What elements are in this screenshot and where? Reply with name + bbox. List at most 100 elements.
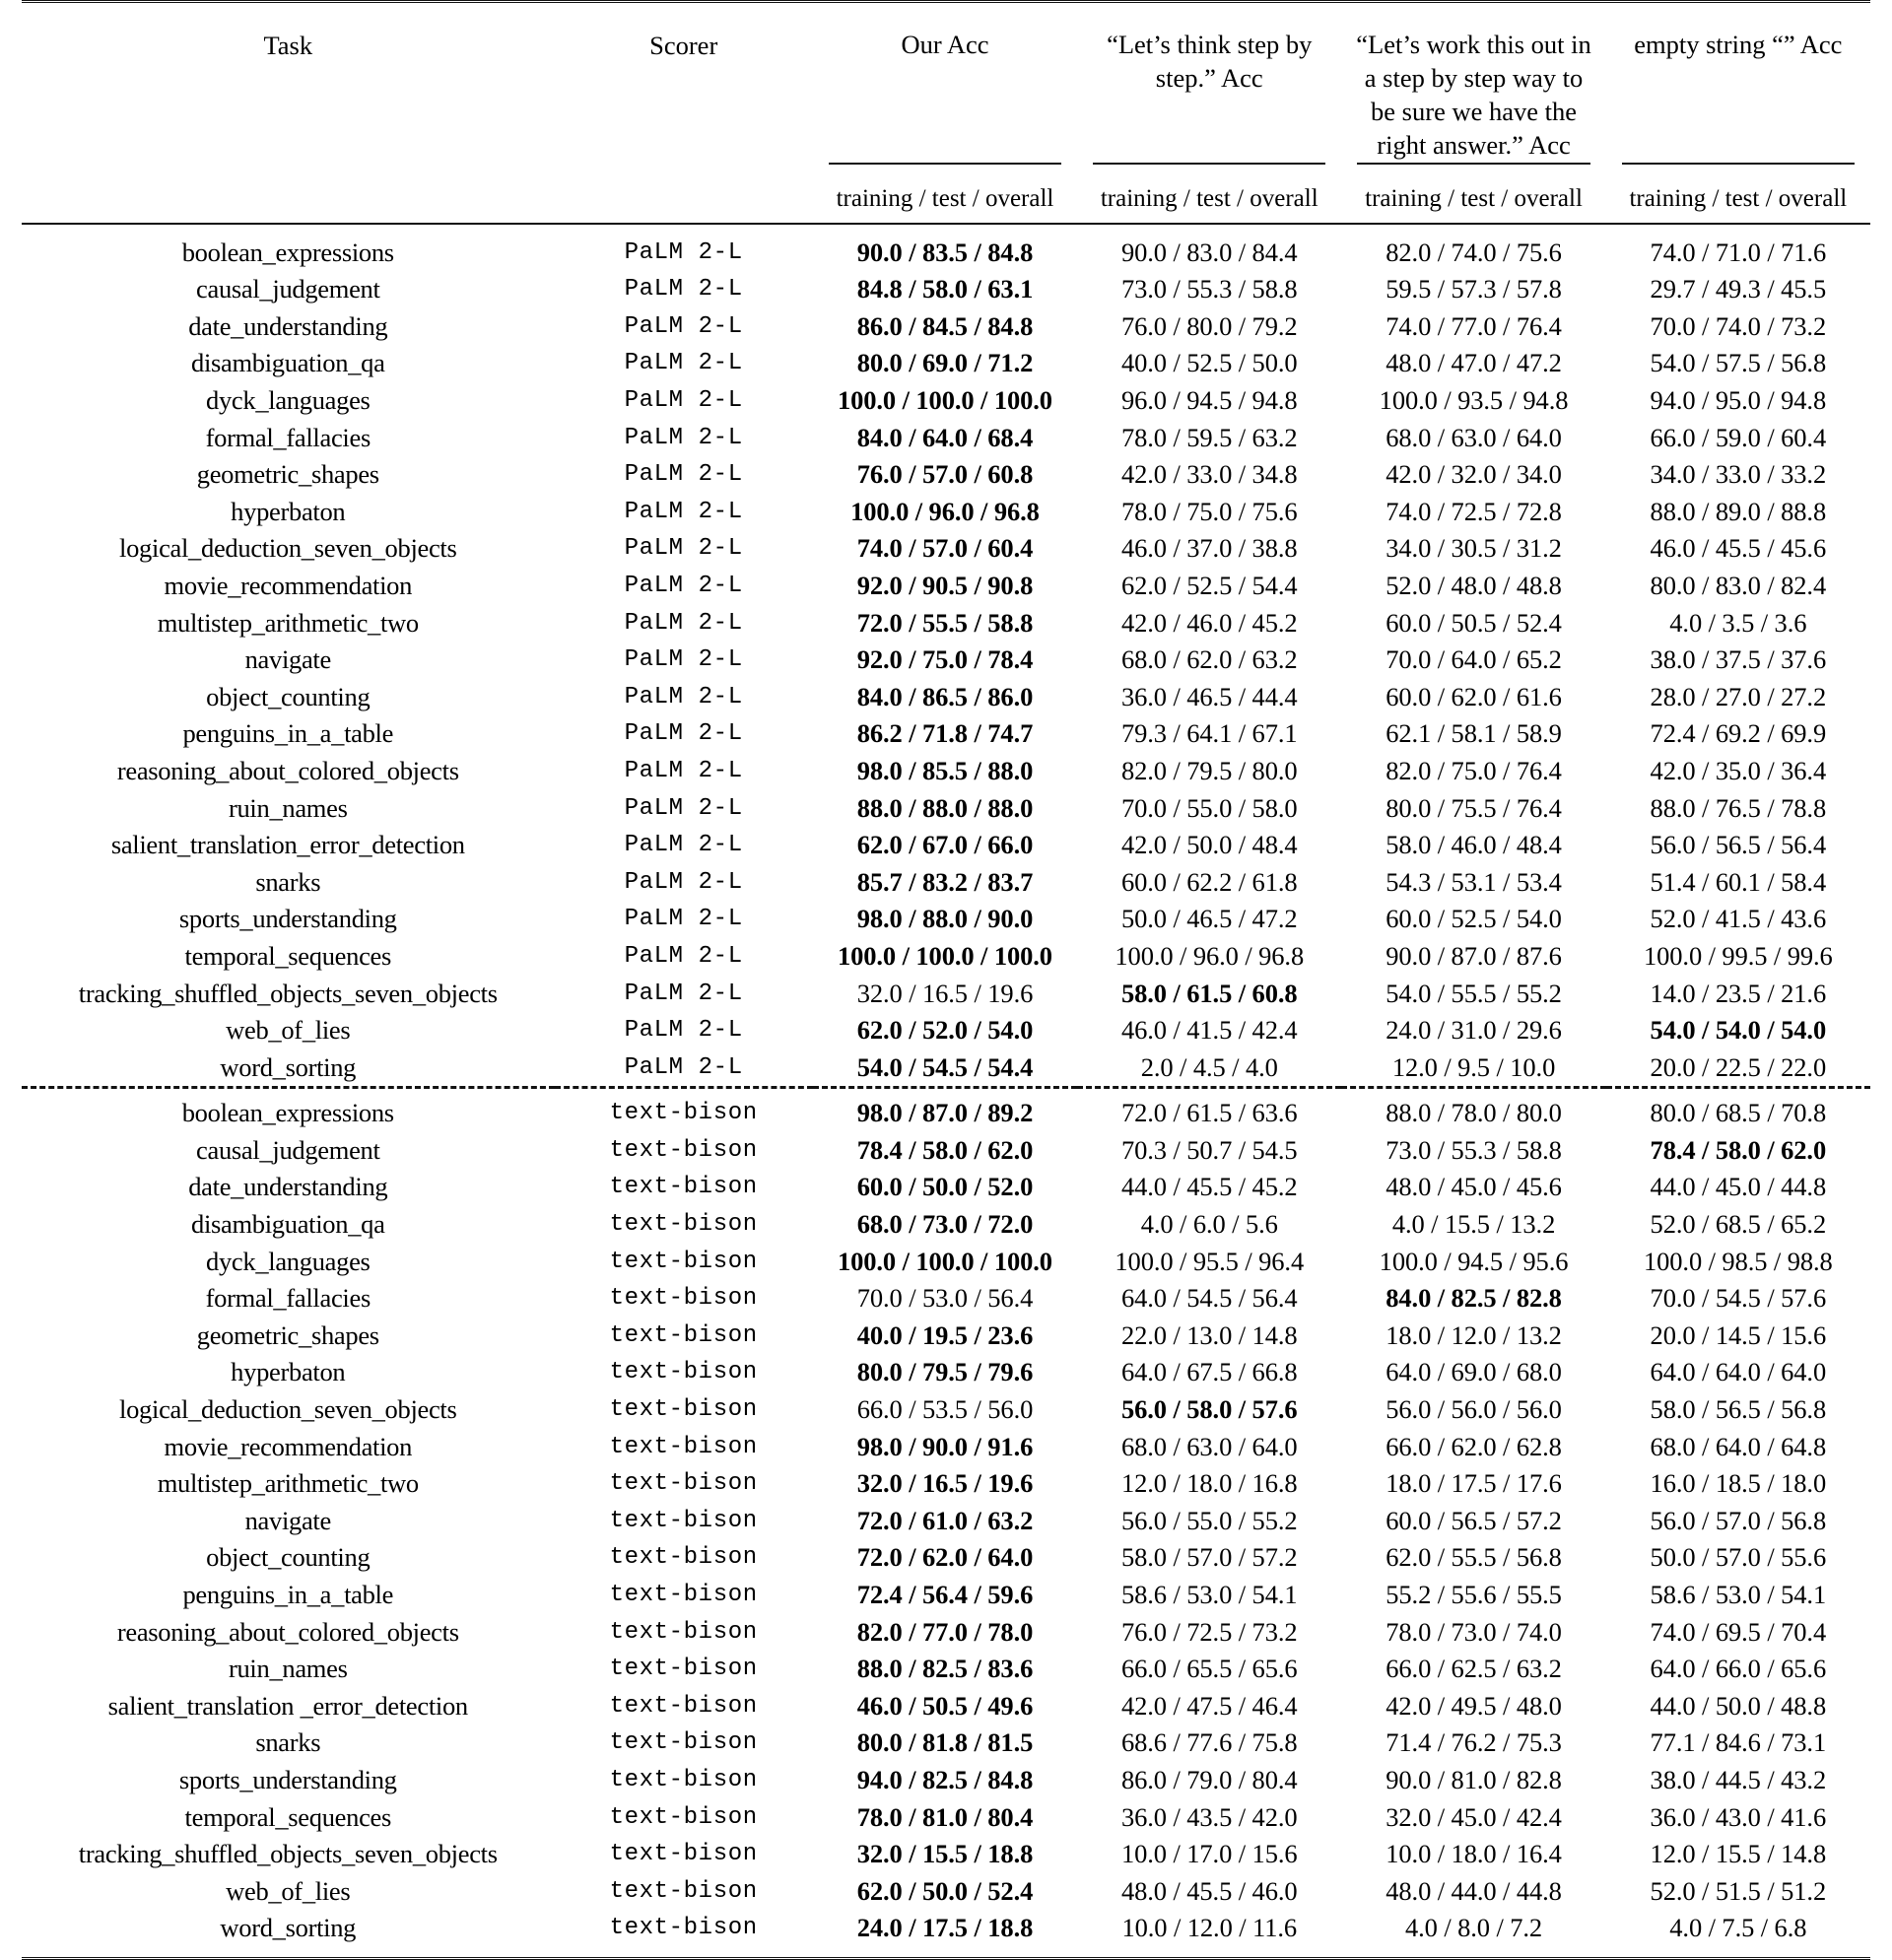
cell-lets-think-acc: 10.0 / 12.0 / 11.6 (1121, 1913, 1298, 1943)
table-row: sports_understanding PaLM 2-L 98.0 / 88.0 … (22, 901, 1870, 938)
cell-task: causal_judgement (196, 274, 380, 304)
cell-lets-work-acc: 70.0 / 64.0 / 65.2 (1385, 644, 1562, 675)
cell-lets-think-acc: 40.0 / 52.5 / 50.0 (1120, 348, 1298, 378)
cell-lets-work-acc: 34.0 / 30.5 / 31.2 (1385, 533, 1562, 564)
header-lets-work-line1: “Let’s work this out in (1356, 30, 1591, 59)
cell-empty-string-acc: 80.0 / 83.0 / 82.4 (1650, 570, 1827, 600)
cell-empty-string-acc: 52.0 / 51.5 / 51.2 (1650, 1875, 1827, 1906)
cell-our-acc: 80.0 / 69.0 / 71.2 (856, 348, 1034, 378)
cell-empty-string-acc: 46.0 / 45.5 / 45.6 (1650, 533, 1827, 564)
cell-scorer: PaLM 2-L (624, 461, 743, 489)
cell-lets-work-acc: 52.0 / 48.0 / 48.8 (1385, 570, 1562, 600)
cell-our-acc: 68.0 / 73.0 / 72.0 (856, 1209, 1034, 1240)
cell-lets-work-acc: 90.0 / 87.0 / 87.6 (1385, 940, 1562, 971)
cell-task: word_sorting (220, 1051, 357, 1082)
table-row: logical_deduction_seven_objects PaLM 2-L 7… (22, 530, 1870, 568)
cell-lets-work-acc: 48.0 / 44.0 / 44.8 (1385, 1875, 1562, 1906)
cell-empty-string-acc: 78.4 / 58.0 / 62.0 (1650, 1134, 1827, 1165)
cell-empty-string-acc: 50.0 / 57.0 / 55.6 (1650, 1542, 1827, 1573)
cell-empty-string-acc: 38.0 / 44.5 / 43.2 (1650, 1764, 1827, 1794)
table-row: temporal_sequences text-bison 78.0 / 81.0 … (22, 1798, 1870, 1836)
table-row: object_counting text-bison 72.0 / 62.0 / 6… (22, 1539, 1870, 1577)
cell-empty-string-acc: 88.0 / 89.0 / 88.8 (1650, 496, 1827, 526)
cell-lets-think-acc: 56.0 / 58.0 / 57.6 (1120, 1394, 1298, 1425)
cell-lets-think-acc: 36.0 / 46.5 / 44.4 (1120, 681, 1298, 711)
cell-our-acc: 74.0 / 57.0 / 60.4 (856, 533, 1034, 564)
cell-lets-think-acc: 66.0 / 65.5 / 65.6 (1120, 1654, 1298, 1684)
cell-task: sports_understanding (178, 1764, 397, 1794)
cell-our-acc: 98.0 / 87.0 / 89.2 (856, 1098, 1034, 1128)
cell-our-acc: 62.0 / 67.0 / 66.0 (856, 830, 1034, 860)
table-page: Task Scorer Our Acc “Let’s think step by… (0, 0, 1892, 1960)
cell-empty-string-acc: 100.0 / 98.5 / 98.8 (1643, 1246, 1833, 1276)
cell-lets-work-acc: 60.0 / 50.5 / 52.4 (1385, 607, 1562, 638)
subheader-lets-work: training / test / overall (1365, 184, 1583, 212)
table-row: web_of_lies text-bison 62.0 / 50.0 / 52.4 4… (22, 1872, 1870, 1910)
cell-lets-work-acc: 64.0 / 69.0 / 68.0 (1385, 1357, 1562, 1387)
cell-our-acc: 66.0 / 53.5 / 56.0 (856, 1394, 1034, 1425)
cell-task: word_sorting (220, 1913, 357, 1943)
cell-our-acc: 62.0 / 52.0 / 54.0 (856, 1015, 1034, 1046)
cell-scorer: text-bison (609, 1396, 758, 1424)
cell-lets-work-acc: 84.0 / 82.5 / 82.8 (1385, 1283, 1562, 1314)
cell-lets-think-acc: 4.0 / 6.0 / 5.6 (1140, 1209, 1278, 1240)
table-row: tracking_shuffled_objects_seven_objects t… (22, 1836, 1870, 1873)
cell-task: dyck_languages (206, 1246, 371, 1276)
cell-lets-think-acc: 46.0 / 37.0 / 38.8 (1120, 533, 1298, 564)
cell-lets-think-acc: 78.0 / 59.5 / 63.2 (1120, 422, 1298, 452)
cell-lets-think-acc: 100.0 / 95.5 / 96.4 (1115, 1246, 1305, 1276)
cell-lets-think-acc: 10.0 / 17.0 / 15.6 (1120, 1839, 1298, 1869)
cell-empty-string-acc: 64.0 / 66.0 / 65.6 (1650, 1654, 1827, 1684)
cell-scorer: PaLM 2-L (624, 350, 743, 377)
cell-our-acc: 98.0 / 88.0 / 90.0 (856, 904, 1034, 934)
cell-our-acc: 88.0 / 88.0 / 88.0 (856, 792, 1034, 823)
cell-task: snarks (255, 1727, 321, 1758)
cell-lets-work-acc: 48.0 / 45.0 / 45.6 (1385, 1172, 1562, 1202)
cell-our-acc: 100.0 / 100.0 / 100.0 (837, 940, 1052, 971)
cell-lets-think-acc: 86.0 / 79.0 / 80.4 (1120, 1764, 1298, 1794)
cell-lets-think-acc: 58.0 / 57.0 / 57.2 (1120, 1542, 1298, 1573)
table-row: formal_fallacies text-bison 70.0 / 53.0 / … (22, 1280, 1870, 1318)
cell-lets-work-acc: 60.0 / 62.0 / 61.6 (1385, 681, 1562, 711)
cell-empty-string-acc: 16.0 / 18.5 / 18.0 (1650, 1468, 1827, 1499)
table-row: hyperbaton PaLM 2-L 100.0 / 96.0 / 96.8 78.… (22, 493, 1870, 530)
cell-scorer: PaLM 2-L (624, 424, 743, 451)
cell-scorer: text-bison (609, 1211, 758, 1239)
cell-lets-think-acc: 2.0 / 4.5 / 4.0 (1140, 1051, 1278, 1082)
cell-our-acc: 92.0 / 75.0 / 78.4 (856, 644, 1034, 675)
cell-empty-string-acc: 74.0 / 69.5 / 70.4 (1650, 1616, 1827, 1647)
cell-lets-work-acc: 42.0 / 32.0 / 34.0 (1385, 459, 1562, 490)
cell-lets-think-acc: 72.0 / 61.5 / 63.6 (1120, 1098, 1298, 1128)
cell-empty-string-acc: 80.0 / 68.5 / 70.8 (1650, 1098, 1827, 1128)
cell-our-acc: 80.0 / 79.5 / 79.6 (856, 1357, 1034, 1387)
cell-scorer: PaLM 2-L (624, 498, 743, 525)
table-head: Task Scorer Our Acc “Let’s think step by… (22, 0, 1870, 226)
table-row: object_counting PaLM 2-L 84.0 / 86.5 / 86.… (22, 678, 1870, 715)
cell-lets-work-acc: 18.0 / 17.5 / 17.6 (1385, 1468, 1562, 1499)
cell-empty-string-acc: 42.0 / 35.0 / 36.4 (1650, 755, 1827, 785)
cell-task: geometric_shapes (196, 459, 379, 490)
results-table: Task Scorer Our Acc “Let’s think step by… (22, 0, 1870, 1960)
table-row: disambiguation_qa text-bison 68.0 / 73.0 /… (22, 1206, 1870, 1244)
cell-empty-string-acc: 4.0 / 7.5 / 6.8 (1669, 1913, 1807, 1943)
cell-lets-think-acc: 96.0 / 94.5 / 94.8 (1120, 385, 1298, 415)
cell-lets-think-acc: 70.3 / 50.7 / 54.5 (1120, 1134, 1298, 1165)
table-row: sports_understanding text-bison 94.0 / 82.… (22, 1762, 1870, 1799)
table-row: causal_judgement text-bison 78.4 / 58.0 / … (22, 1132, 1870, 1170)
cell-empty-string-acc: 36.0 / 43.0 / 41.6 (1650, 1801, 1827, 1832)
cell-scorer: text-bison (609, 1877, 758, 1905)
subheader-our-acc: training / test / overall (836, 184, 1054, 212)
cell-lets-work-acc: 68.0 / 63.0 / 64.0 (1385, 422, 1562, 452)
table-row: dyck_languages text-bison 100.0 / 100.0 / … (22, 1243, 1870, 1280)
subheader-task-blank (22, 176, 555, 224)
cell-empty-string-acc: 77.1 / 84.6 / 73.1 (1650, 1727, 1827, 1758)
subrule-task-spacer (22, 163, 555, 176)
cell-lets-think-acc: 64.0 / 67.5 / 66.8 (1120, 1357, 1298, 1387)
cell-empty-string-acc: 34.0 / 33.0 / 33.2 (1650, 459, 1827, 490)
cell-task: geometric_shapes (196, 1319, 379, 1350)
header-row-main: Task Scorer Our Acc “Let’s think step by… (22, 3, 1870, 163)
cell-lets-work-acc: 78.0 / 73.0 / 74.0 (1385, 1616, 1562, 1647)
cell-our-acc: 32.0 / 16.5 / 19.6 (856, 978, 1034, 1008)
cell-scorer: PaLM 2-L (624, 942, 743, 970)
cell-scorer: text-bison (609, 1729, 758, 1757)
